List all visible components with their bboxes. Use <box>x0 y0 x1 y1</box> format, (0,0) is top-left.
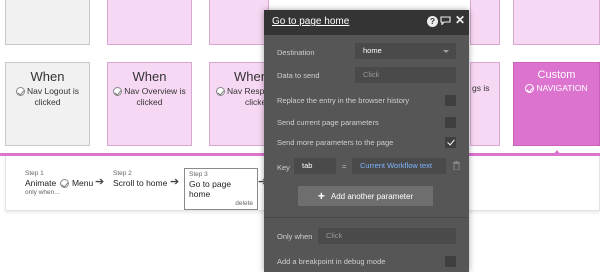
event-when-label: Custom <box>537 69 576 81</box>
workflow-step-2[interactable]: Step 2 Scroll to home <box>113 170 167 188</box>
step-condition[interactable]: only when... <box>25 189 93 196</box>
event-card-nav-response[interactable]: When Nav Respon clicked <box>209 62 274 146</box>
event-card-stub[interactable] <box>107 0 192 45</box>
step-title: Scroll to home <box>113 178 168 188</box>
only-when-input[interactable]: Click <box>318 228 456 244</box>
workflow-connector-pointer <box>552 150 562 156</box>
step-title: Animate Menu <box>25 178 94 188</box>
destination-select[interactable]: home <box>355 43 456 59</box>
check-circle-icon <box>216 87 225 96</box>
action-properties-popup: Go to page home ? ✕ Destination home Dat… <box>264 10 469 272</box>
event-card-stub[interactable] <box>470 0 500 45</box>
step-title: Go to page home <box>189 179 232 199</box>
workflow-canvas: When Nav Logout is clicked When Nav Over… <box>0 0 600 272</box>
workflow-step-3[interactable]: Step 3 Go to page home delete <box>184 168 258 210</box>
arrow-right-icon: ➔ <box>170 176 180 188</box>
step-number: Step 3 <box>189 171 208 178</box>
data-to-send-label: Data to send <box>277 71 320 80</box>
event-description: Nav Logout is clicked <box>6 86 89 108</box>
event-card-partial[interactable]: gs is <box>470 62 500 146</box>
data-to-send-input[interactable]: Click <box>355 67 456 83</box>
delete-step-link[interactable]: delete <box>189 200 253 207</box>
param-value-input[interactable]: Current Workflow text <box>352 158 446 174</box>
event-description: gs is <box>472 83 490 93</box>
event-description: Nav Respon clicked <box>210 86 274 108</box>
trash-icon[interactable] <box>453 161 460 170</box>
event-when-label: When <box>30 69 65 84</box>
event-when-label: When <box>234 69 268 84</box>
only-when-label: Only when <box>277 232 313 241</box>
event-description: Nav Overview is clicked <box>108 86 191 108</box>
event-card-nav-overview[interactable]: When Nav Overview is clicked <box>107 62 192 146</box>
comment-icon[interactable] <box>440 16 451 25</box>
send-current-params-checkbox[interactable] <box>445 117 456 128</box>
plus-icon: + <box>317 189 325 203</box>
send-more-params-checkbox[interactable] <box>445 137 456 148</box>
close-icon[interactable]: ✕ <box>455 14 465 26</box>
send-current-params-label: Send current page parameters <box>277 118 379 127</box>
equals-sign: = <box>342 162 347 171</box>
workflow-step-1[interactable]: Step 1 Animate Menu only when... <box>25 170 93 196</box>
arrow-right-icon: ➔ <box>95 176 105 188</box>
event-card-stub[interactable] <box>513 0 600 45</box>
send-more-params-label: Send more parameters to the page <box>277 138 394 147</box>
step-number: Step 1 <box>25 170 44 177</box>
check-circle-icon <box>525 84 535 93</box>
step-number: Step 2 <box>113 170 132 177</box>
param-key-input[interactable]: tab <box>294 158 336 174</box>
event-card-custom-navigation[interactable]: Custom NAVIGATION <box>513 62 600 146</box>
check-circle-icon <box>59 179 69 188</box>
chevron-down-icon <box>443 50 449 53</box>
popup-header: Go to page home ? ✕ <box>264 10 469 35</box>
divider <box>264 217 469 218</box>
breakpoint-label: Add a breakpoint in debug mode <box>277 257 386 266</box>
check-circle-icon <box>113 87 123 96</box>
event-card-stub[interactable] <box>209 0 269 45</box>
add-parameter-button[interactable]: + Add another parameter <box>298 186 433 206</box>
replace-history-label: Replace the entry in the browser history <box>277 96 410 105</box>
destination-label: Destination <box>277 48 315 57</box>
replace-history-checkbox[interactable] <box>445 95 456 106</box>
event-card-stub[interactable] <box>5 0 90 45</box>
breakpoint-checkbox[interactable] <box>445 256 456 267</box>
popup-title[interactable]: Go to page home <box>272 16 349 27</box>
event-description: NAVIGATION <box>514 83 599 94</box>
event-when-label: When <box>132 69 167 84</box>
help-icon[interactable]: ? <box>427 16 438 27</box>
check-circle-icon <box>16 87 25 96</box>
event-card-nav-logout[interactable]: When Nav Logout is clicked <box>5 62 90 146</box>
key-label: Key <box>277 163 290 172</box>
